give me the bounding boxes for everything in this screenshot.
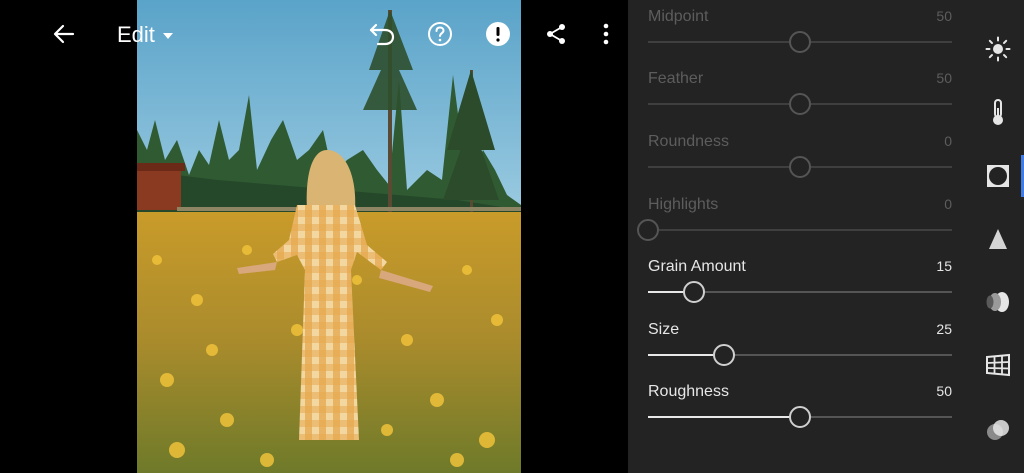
slider-label: Feather <box>648 70 704 87</box>
caret-down-icon <box>162 33 173 39</box>
slider-value: 15 <box>936 258 952 274</box>
help-button[interactable] <box>420 14 460 54</box>
back-button[interactable] <box>44 14 84 54</box>
share-button[interactable] <box>536 14 576 54</box>
color-tool[interactable] <box>982 96 1014 128</box>
presets-tool[interactable] <box>982 414 1014 446</box>
more-vertical-icon <box>603 23 609 45</box>
detail-tool[interactable] <box>982 223 1014 255</box>
effects-panel: Midpoint 50 Feather 50 Roundness 0 Highl… <box>628 0 972 473</box>
optics-icon <box>986 292 1009 312</box>
undo-icon <box>369 23 395 46</box>
slider-value: 0 <box>944 196 952 212</box>
slider-value: 50 <box>936 383 952 399</box>
slider-thumb[interactable] <box>789 31 811 53</box>
slider-label: Roughness <box>648 383 729 400</box>
geometry-tool[interactable] <box>982 349 1014 381</box>
detail-icon <box>989 229 1007 249</box>
slider-thumb[interactable] <box>637 219 659 241</box>
edit-mode-dropdown[interactable]: Edit <box>117 19 173 51</box>
slider-thumb[interactable] <box>789 156 811 178</box>
slider-value: 50 <box>936 70 952 86</box>
slider-thumb[interactable] <box>713 344 735 366</box>
slider-value: 50 <box>936 8 952 24</box>
slider-value: 0 <box>944 133 952 149</box>
edit-mode-label: Edit <box>117 22 155 47</box>
undo-button[interactable] <box>362 14 402 54</box>
slider-label: Midpoint <box>648 8 709 25</box>
light-tool[interactable] <box>982 33 1014 65</box>
edit-tools-column <box>972 0 1024 473</box>
slider-track[interactable] <box>648 229 952 231</box>
slider-thumb[interactable] <box>789 406 811 428</box>
slider-label: Roundness <box>648 133 729 150</box>
slider-label: Grain Amount <box>648 258 746 275</box>
slider-label: Size <box>648 321 680 338</box>
share-icon <box>547 24 565 44</box>
effects-tool[interactable] <box>982 160 1014 192</box>
help-icon <box>428 22 452 46</box>
presets-icon <box>987 420 1009 440</box>
light-icon <box>985 36 1011 62</box>
alert-icon <box>486 22 510 46</box>
alert-button[interactable] <box>478 14 518 54</box>
effects-icon <box>987 165 1009 187</box>
slider-thumb[interactable] <box>683 281 705 303</box>
color-icon <box>993 99 1003 125</box>
more-options-button[interactable] <box>586 14 626 54</box>
photo-canvas[interactable] <box>137 0 521 473</box>
slider-fill <box>648 416 800 418</box>
slider-label: Highlights <box>648 196 719 213</box>
photo-image <box>137 0 521 473</box>
geometry-icon <box>986 353 1010 377</box>
slider-value: 25 <box>936 321 952 337</box>
optics-tool[interactable] <box>982 286 1014 318</box>
slider-thumb[interactable] <box>789 93 811 115</box>
arrow-left-icon <box>53 24 75 44</box>
